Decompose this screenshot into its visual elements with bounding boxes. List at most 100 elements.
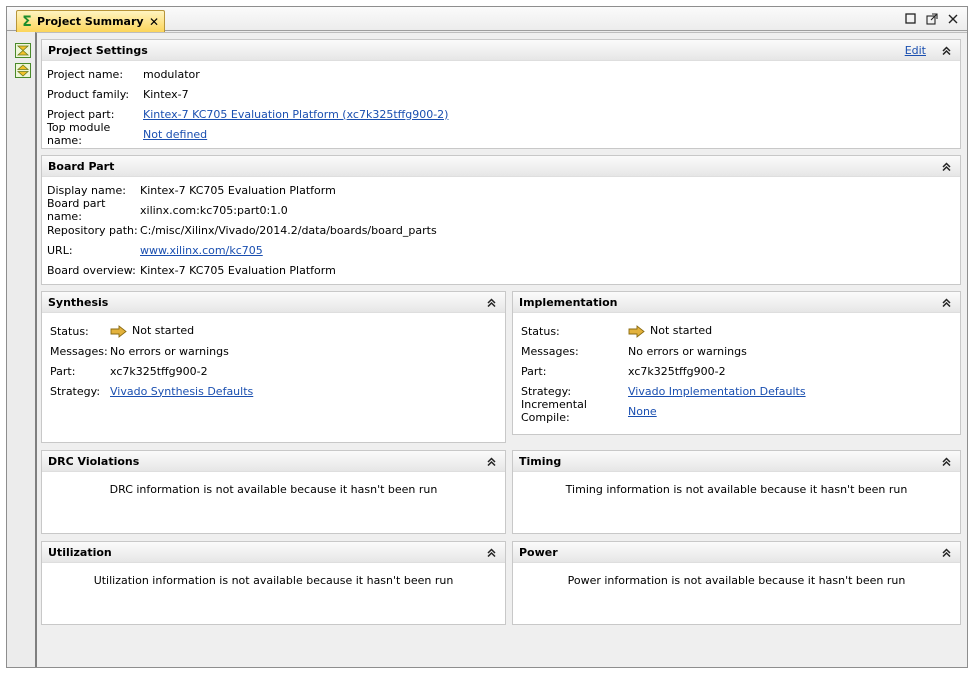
left-toolbar (7, 32, 35, 667)
field-value: Kintex-7 KC705 Evaluation Platform (140, 263, 336, 277)
field-label: Incremental Compile: (521, 398, 587, 424)
window-controls (904, 12, 959, 25)
row-project-name: Project name: modulator (47, 64, 960, 84)
field-label: Project part: (47, 107, 115, 121)
panel-title: Project Settings (48, 43, 148, 57)
field-label: Part: (521, 364, 547, 378)
synthesis-header: Synthesis (42, 292, 505, 313)
field-label: Messages: (521, 344, 579, 358)
arrow-right-icon (628, 324, 645, 338)
drc-violations-panel: DRC Violations DRC information is not av… (41, 450, 506, 534)
expand-all-icon[interactable] (15, 63, 31, 78)
collapse-all-icon[interactable] (15, 43, 31, 58)
field-value: xc7k325tffg900-2 (110, 364, 208, 378)
field-label: Display name: (47, 183, 126, 197)
panel-title: Synthesis (48, 295, 109, 309)
field-label: Status: (50, 324, 89, 338)
tab-title: Project Summary (37, 15, 144, 28)
field-value: Kintex-7 (143, 87, 189, 101)
field-value: No errors or warnings (628, 344, 747, 358)
field-label: Product family: (47, 87, 130, 101)
top-module-link[interactable]: Not defined (143, 128, 207, 141)
project-settings-header: Project Settings Edit (42, 40, 960, 61)
collapse-icon[interactable] (940, 44, 952, 56)
row-url: URL: www.xilinx.com/kc705 (47, 240, 960, 260)
panel-title: Board Part (48, 159, 115, 173)
row-product-family: Product family: Kintex-7 (47, 84, 960, 104)
row-messages: Messages: No errors or warnings (50, 341, 505, 361)
project-part-link[interactable]: Kintex-7 KC705 Evaluation Platform (xc7k… (143, 108, 448, 121)
row-board-overview: Board overview: Kintex-7 KC705 Evaluatio… (47, 260, 960, 280)
window-close-icon[interactable] (946, 12, 959, 25)
power-message: Power information is not available becau… (567, 574, 906, 587)
field-label: Top module name: (47, 121, 111, 147)
row-status: Status: Not started (50, 321, 505, 341)
summary-content: Project Settings Edit Project name: modu… (35, 32, 967, 667)
utilization-panel: Utilization Utilization information is n… (41, 541, 506, 625)
collapse-icon[interactable] (940, 455, 952, 467)
board-url-link[interactable]: www.xilinx.com/kc705 (140, 244, 263, 257)
panel-title: Power (519, 545, 558, 559)
field-value: No errors or warnings (110, 344, 229, 358)
implementation-header: Implementation (513, 292, 960, 313)
tab-close-icon[interactable]: ✕ (149, 15, 159, 29)
project-summary-window: Σ Project Summary ✕ Project Settings Edi… (6, 6, 968, 668)
collapse-icon[interactable] (485, 296, 497, 308)
row-display-name: Display name: Kintex-7 KC705 Evaluation … (47, 180, 960, 200)
sigma-icon: Σ (22, 13, 32, 30)
field-label: Board part name: (47, 197, 106, 223)
drc-message: DRC information is not available because… (109, 483, 438, 496)
synthesis-strategy-link[interactable]: Vivado Synthesis Defaults (110, 385, 253, 398)
implementation-strategy-link[interactable]: Vivado Implementation Defaults (628, 385, 806, 398)
utilization-message: Utilization information is not available… (93, 574, 454, 587)
row-part: Part: xc7k325tffg900-2 (50, 361, 505, 381)
field-label: URL: (47, 243, 73, 257)
field-label: Board overview: (47, 263, 136, 277)
panel-title: Utilization (48, 545, 112, 559)
field-value: C:/misc/Xilinx/Vivado/2014.2/data/boards… (140, 223, 437, 237)
panel-title: Implementation (519, 295, 618, 309)
timing-header: Timing (513, 451, 960, 472)
board-part-panel: Board Part Display name: Kintex-7 KC705 … (41, 155, 961, 285)
utilization-header: Utilization (42, 542, 505, 563)
tab-bar: Σ Project Summary ✕ (7, 7, 967, 32)
board-part-header: Board Part (42, 156, 960, 177)
field-value: modulator (143, 67, 200, 81)
row-top-module: Top module name: Not defined (47, 121, 960, 147)
popout-icon[interactable] (925, 12, 938, 25)
field-label: Repository path: (47, 223, 138, 237)
status-value: Not started (628, 324, 712, 338)
row-part: Part: xc7k325tffg900-2 (521, 361, 960, 381)
field-label: Strategy: (50, 384, 101, 398)
arrow-right-icon (110, 324, 127, 338)
row-repository-path: Repository path: C:/misc/Xilinx/Vivado/2… (47, 220, 960, 240)
tab-project-summary[interactable]: Σ Project Summary ✕ (16, 10, 165, 32)
row-project-part: Project part: Kintex-7 KC705 Evaluation … (47, 104, 960, 124)
incremental-compile-link[interactable]: None (628, 405, 657, 418)
edit-link[interactable]: Edit (905, 44, 926, 57)
maximize-icon[interactable] (904, 12, 917, 25)
collapse-icon[interactable] (940, 546, 952, 558)
field-label: Strategy: (521, 384, 572, 398)
field-value: Kintex-7 KC705 Evaluation Platform (140, 183, 336, 197)
status-value: Not started (110, 324, 194, 338)
power-panel: Power Power information is not available… (512, 541, 961, 625)
field-label: Project name: (47, 67, 124, 81)
status-text: Not started (650, 324, 713, 338)
row-messages: Messages: No errors or warnings (521, 341, 960, 361)
field-value: xilinx.com:kc705:part0:1.0 (140, 203, 288, 217)
collapse-icon[interactable] (940, 296, 952, 308)
field-label: Part: (50, 364, 76, 378)
row-incremental-compile: Incremental Compile: None (521, 398, 960, 424)
collapse-icon[interactable] (485, 546, 497, 558)
field-label: Messages: (50, 344, 108, 358)
field-value: xc7k325tffg900-2 (628, 364, 726, 378)
collapse-icon[interactable] (940, 160, 952, 172)
status-text: Not started (132, 324, 195, 338)
row-strategy: Strategy: Vivado Synthesis Defaults (50, 381, 505, 401)
panel-title: DRC Violations (48, 454, 140, 468)
row-status: Status: Not started (521, 321, 960, 341)
synthesis-panel: Synthesis Status: Not started Messages: … (41, 291, 506, 443)
drc-header: DRC Violations (42, 451, 505, 472)
collapse-icon[interactable] (485, 455, 497, 467)
